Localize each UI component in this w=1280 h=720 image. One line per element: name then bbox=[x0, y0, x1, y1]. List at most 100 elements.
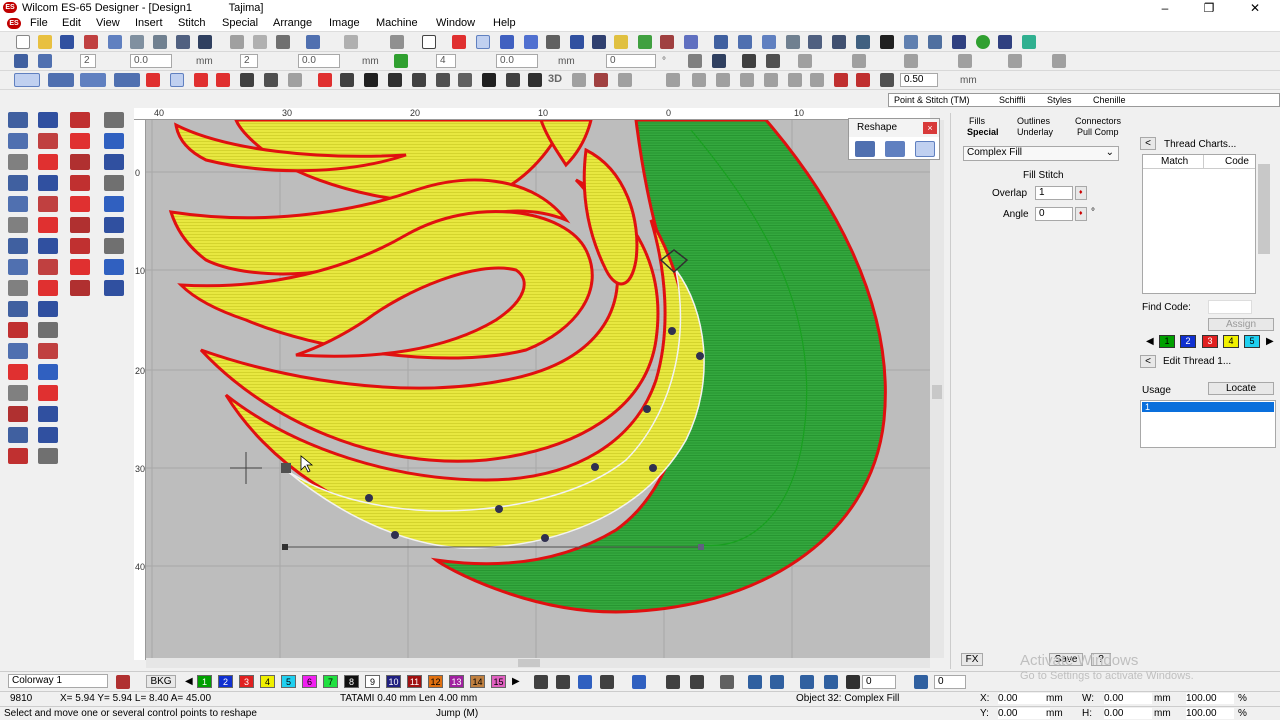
toolbox-tool-icon[interactable] bbox=[70, 280, 90, 296]
menu-insert[interactable]: Insert bbox=[135, 17, 163, 29]
swatch-next-icon[interactable]: ▶ bbox=[1266, 336, 1274, 347]
input-a-icon[interactable] bbox=[48, 73, 74, 87]
save-icon[interactable] bbox=[60, 35, 74, 49]
toolbox-tool-icon[interactable] bbox=[38, 133, 58, 149]
rotate-right-icon[interactable] bbox=[824, 675, 838, 689]
add-color-icon[interactable] bbox=[534, 675, 548, 689]
background-button[interactable]: BKG bbox=[146, 675, 176, 688]
tab-fills[interactable]: Fills bbox=[969, 116, 985, 126]
thread-swatch-5[interactable]: 5 bbox=[1244, 335, 1260, 348]
zoom-icon[interactable] bbox=[714, 35, 728, 49]
stitch-list-icon[interactable] bbox=[390, 35, 404, 49]
find-code-input[interactable] bbox=[1208, 300, 1252, 314]
palette-swatch-12[interactable]: 12 bbox=[428, 675, 443, 688]
toolbox-tool-icon[interactable] bbox=[38, 280, 58, 296]
palette-swatch-2[interactable]: 2 bbox=[218, 675, 233, 688]
mirror-v-icon[interactable] bbox=[852, 54, 866, 68]
locate-button[interactable]: Locate bbox=[1208, 382, 1274, 395]
skew-icon[interactable] bbox=[958, 54, 972, 68]
emboss-icon[interactable] bbox=[572, 73, 586, 87]
toolbox-tool-icon[interactable] bbox=[38, 112, 58, 128]
count-field-1[interactable]: 2 bbox=[80, 54, 96, 68]
fill-type-select[interactable]: Complex Fill ⌄ bbox=[963, 146, 1119, 161]
raised-icon[interactable] bbox=[388, 73, 402, 87]
align-icon[interactable] bbox=[14, 54, 28, 68]
toolbox-tool-icon[interactable] bbox=[8, 406, 28, 422]
stipple-icon[interactable] bbox=[482, 73, 496, 87]
pen-icon[interactable] bbox=[740, 73, 754, 87]
tool5-icon[interactable] bbox=[1022, 35, 1036, 49]
swatch-prev-icon[interactable]: ◀ bbox=[1146, 336, 1154, 347]
toolbox-tool-icon[interactable] bbox=[8, 259, 28, 275]
tab-point-stitch[interactable]: Point & Stitch (TM) bbox=[894, 95, 970, 105]
lines-icon[interactable] bbox=[528, 73, 542, 87]
toolbox-tool-icon[interactable] bbox=[8, 238, 28, 254]
toolbox-tool-icon[interactable] bbox=[8, 343, 28, 359]
toolbox-tool-icon[interactable] bbox=[8, 448, 28, 464]
print-icon[interactable] bbox=[130, 35, 144, 49]
palette-swatch-7[interactable]: 7 bbox=[323, 675, 338, 688]
maximize-button[interactable]: ❐ bbox=[1186, 0, 1232, 16]
arrange-icon[interactable] bbox=[1052, 54, 1066, 68]
fancy-icon[interactable] bbox=[240, 73, 254, 87]
menu-arrange[interactable]: Arrange bbox=[273, 17, 312, 29]
toolbox-tool-icon[interactable] bbox=[70, 154, 90, 170]
show-vector-icon[interactable] bbox=[660, 35, 674, 49]
show-connectors-icon[interactable] bbox=[500, 35, 514, 49]
flexi-icon[interactable] bbox=[340, 73, 354, 87]
toolbox-tool-icon[interactable] bbox=[38, 301, 58, 317]
toolbox-tool-icon[interactable] bbox=[8, 322, 28, 338]
toolbox-tool-icon[interactable] bbox=[38, 154, 58, 170]
sequence-icon[interactable] bbox=[632, 675, 646, 689]
ungroup-icon[interactable] bbox=[712, 54, 726, 68]
reorder-icon[interactable] bbox=[578, 675, 592, 689]
usage-list[interactable]: 1 bbox=[1140, 400, 1276, 448]
travel-icon[interactable] bbox=[690, 675, 704, 689]
toolbox-tool-icon[interactable] bbox=[38, 385, 58, 401]
angle-field[interactable]: 0 bbox=[606, 54, 656, 68]
usage-item[interactable]: 1 bbox=[1142, 402, 1274, 412]
rotate-icon[interactable] bbox=[846, 675, 860, 689]
toolbox-tool-icon[interactable] bbox=[104, 154, 124, 170]
toolbox-tool-icon[interactable] bbox=[8, 196, 28, 212]
new-icon[interactable] bbox=[16, 35, 30, 49]
toolbox-tool-icon[interactable] bbox=[8, 154, 28, 170]
color-effect-icon[interactable] bbox=[856, 73, 870, 87]
palette-swatch-14[interactable]: 14 bbox=[470, 675, 485, 688]
overlap-spinner[interactable]: ♦ bbox=[1075, 186, 1087, 200]
send-icon[interactable] bbox=[176, 35, 190, 49]
reshape-line-icon[interactable] bbox=[885, 141, 905, 157]
toolbox-tool-icon[interactable] bbox=[8, 280, 28, 296]
toolbox-tool-icon[interactable] bbox=[70, 217, 90, 233]
h-percent[interactable]: 100.00 bbox=[1186, 708, 1234, 719]
column-icon[interactable] bbox=[364, 73, 378, 87]
show-needle-icon[interactable] bbox=[524, 35, 538, 49]
toolbox-tool-icon[interactable] bbox=[38, 406, 58, 422]
menu-machine[interactable]: Machine bbox=[376, 17, 418, 29]
w-percent[interactable]: 100.00 bbox=[1186, 693, 1234, 704]
wave-icon[interactable] bbox=[412, 73, 426, 87]
zoom-1to1-icon[interactable] bbox=[832, 35, 846, 49]
move-icon[interactable] bbox=[394, 54, 408, 68]
motif-icon[interactable] bbox=[264, 73, 278, 87]
toolbox-tool-icon[interactable] bbox=[38, 238, 58, 254]
colorway-select[interactable]: Colorway 1 bbox=[8, 674, 108, 688]
fx-button[interactable]: FX bbox=[961, 653, 983, 666]
cycle-icon[interactable] bbox=[600, 675, 614, 689]
show-3d-icon[interactable] bbox=[684, 35, 698, 49]
palette-swatch-8[interactable]: 8 bbox=[344, 675, 359, 688]
vertical-scrollbar[interactable] bbox=[930, 120, 944, 658]
menu-window[interactable]: Window bbox=[436, 17, 475, 29]
input-c-icon[interactable] bbox=[114, 73, 140, 87]
radial-icon[interactable] bbox=[318, 73, 332, 87]
toolbox-tool-icon[interactable] bbox=[104, 217, 124, 233]
h-value[interactable]: 0.00 bbox=[1104, 708, 1152, 719]
toolbox-tool-icon[interactable] bbox=[104, 133, 124, 149]
toolbox-tool-icon[interactable] bbox=[104, 259, 124, 275]
tab-chenille[interactable]: Chenille bbox=[1093, 95, 1126, 105]
tab-outlines[interactable]: Outlines bbox=[1017, 116, 1050, 126]
toolbox-tool-icon[interactable] bbox=[38, 259, 58, 275]
toolbox-tool-icon[interactable] bbox=[70, 175, 90, 191]
spacing-field-2[interactable]: 0.0 bbox=[298, 54, 340, 68]
color-icon[interactable] bbox=[976, 35, 990, 49]
